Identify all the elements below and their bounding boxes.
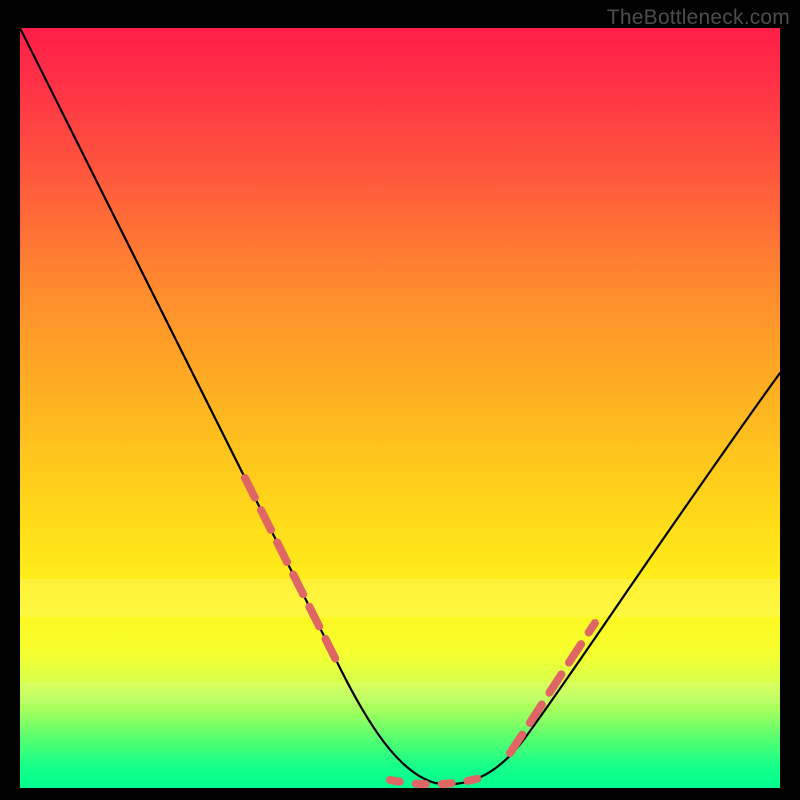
highlight-bottom: [390, 778, 480, 784]
light-band-upper: [20, 579, 780, 617]
curve-svg: [20, 28, 780, 788]
bottleneck-curve: [20, 28, 780, 784]
plot-area: [20, 28, 780, 788]
chart-frame: TheBottleneck.com: [0, 0, 800, 800]
light-band-lower: [20, 682, 780, 705]
watermark-text: TheBottleneck.com: [607, 6, 790, 30]
highlight-left: [245, 478, 340, 668]
highlight-right: [510, 623, 595, 753]
